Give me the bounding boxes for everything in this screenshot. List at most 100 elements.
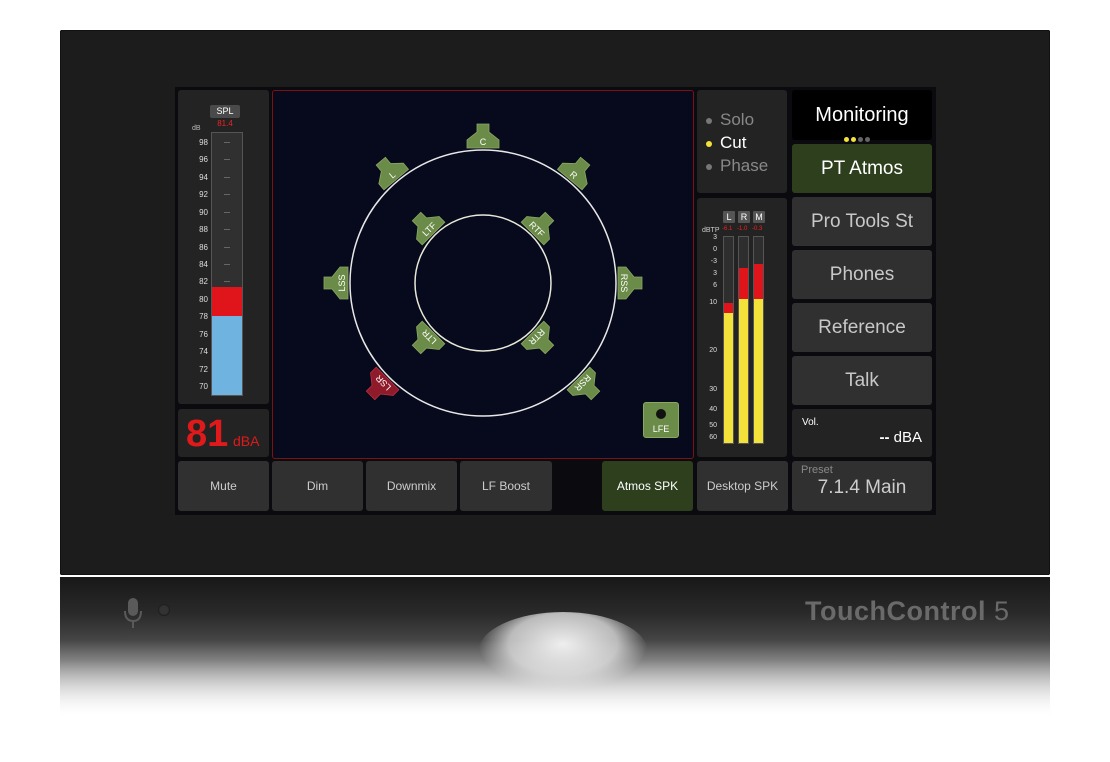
outer-ring — [349, 149, 617, 417]
spl-tick — [224, 211, 230, 213]
speaker-rss[interactable]: RSS — [617, 266, 643, 300]
atmos-spk-button[interactable]: Atmos SPK — [602, 461, 693, 511]
volume-value: -- dBA — [879, 429, 922, 446]
monitoring-header: Monitoring — [792, 90, 932, 142]
loudness-tick-label: 20 — [709, 347, 717, 354]
preset-label: Preset — [801, 464, 833, 476]
mode-selector: Solo Cut Phase — [697, 90, 787, 193]
spl-tick — [224, 229, 230, 231]
channel-r-peak: -1.0 — [737, 226, 748, 232]
spl-tick-label: 90 — [199, 207, 208, 217]
loudness-tick-label: 3 — [713, 270, 717, 277]
speaker-ltf[interactable]: LTF — [405, 205, 446, 246]
channel-l-label: L — [723, 211, 735, 223]
status-led — [158, 604, 170, 616]
speaker-rtf[interactable]: RTF — [520, 205, 561, 246]
source-talk[interactable]: Talk — [792, 356, 932, 405]
mode-cut[interactable]: Cut — [706, 133, 746, 153]
peak-fill — [754, 263, 763, 299]
spl-tick — [224, 246, 230, 248]
page-dot — [865, 137, 870, 142]
spl-tick-label: 70 — [199, 382, 208, 392]
inner-ring — [414, 214, 552, 352]
preset-selector[interactable]: Preset 7.1.4 Main — [792, 461, 932, 511]
level-fill — [739, 298, 748, 443]
level-fill — [724, 313, 733, 443]
peak-fill — [724, 302, 733, 314]
speaker-layout: L C R LSS RSS LSR RSR LTF RTF LTR RTR LFE — [272, 90, 694, 459]
loudness-scale: 3 0 -3 3 6 10 20 30 40 50 60 — [701, 234, 717, 444]
spl-tick-label: 80 — [199, 294, 208, 304]
spl-peak-fill — [212, 286, 242, 317]
dim-button[interactable]: Dim — [272, 461, 363, 511]
speaker-r[interactable]: R — [556, 151, 598, 191]
downmix-button[interactable]: Downmix — [366, 461, 457, 511]
monitoring-title: Monitoring — [815, 104, 909, 126]
preset-value: 7.1.4 Main — [817, 477, 907, 498]
spl-tick-label: 74 — [199, 347, 208, 357]
page-dot — [844, 137, 849, 142]
source-phones[interactable]: Phones — [792, 250, 932, 299]
spl-tick — [224, 176, 230, 178]
source-pro-tools-st[interactable]: Pro Tools St — [792, 197, 932, 246]
speaker-ltr[interactable]: LTR — [405, 320, 446, 361]
spl-tick — [224, 194, 230, 196]
channel-m-label: M — [753, 211, 765, 223]
spl-reading: 81 — [186, 413, 229, 455]
mute-button[interactable]: Mute — [178, 461, 269, 511]
microphone-icon — [124, 598, 142, 628]
speaker-lss[interactable]: LSS — [323, 266, 349, 300]
desktop-spk-button[interactable]: Desktop SPK — [697, 461, 788, 511]
speaker-l[interactable]: L — [369, 151, 410, 191]
spl-tick-label: 98 — [199, 137, 208, 147]
loudness-tick-label: 60 — [709, 434, 717, 441]
spl-level-fill — [212, 316, 242, 395]
channel-r-label: R — [738, 211, 750, 223]
spl-tick — [224, 264, 230, 265]
lf-boost-button[interactable]: LF Boost — [460, 461, 552, 511]
spl-tick-label: 92 — [199, 190, 208, 200]
page-dot — [858, 137, 863, 142]
mode-phase[interactable]: Phase — [706, 156, 768, 176]
volume-display[interactable]: Vol. -- dBA — [792, 409, 932, 457]
spl-unit-label: dB — [192, 125, 201, 132]
loudness-tick-label: 0 — [713, 246, 717, 253]
level-fill — [754, 298, 763, 443]
spl-tick-label: 84 — [199, 260, 208, 269]
source-reference[interactable]: Reference — [792, 303, 932, 352]
speaker-rtr[interactable]: RTR — [520, 320, 561, 361]
loudness-tick-label: 30 — [709, 386, 717, 393]
spl-tick-label: 72 — [199, 364, 208, 374]
peak-fill — [739, 267, 748, 299]
speaker-c[interactable]: C — [466, 123, 500, 149]
spl-readout: 81 dBA — [178, 409, 269, 457]
lfe-speaker[interactable]: LFE — [643, 402, 679, 438]
spl-peak-value: 81.4 — [217, 119, 233, 128]
channel-r-bar — [738, 236, 749, 444]
loudness-tick-label: 10 — [709, 299, 717, 306]
touch-screen: SPL 81.4 dB 98 96 94 92 90 88 86 84 82 80 78 76 74 72… — [175, 87, 936, 515]
spl-tick-label: 96 — [199, 155, 208, 165]
spl-scale: 98 96 94 92 90 88 86 84 82 80 78 76 74 72 70 — [188, 134, 208, 394]
volume-label: Vol. — [802, 417, 819, 428]
loudness-tick-label: 3 — [713, 234, 717, 241]
mode-solo[interactable]: Solo — [706, 110, 754, 130]
spl-tick-label: 88 — [199, 225, 208, 235]
spl-tick — [224, 281, 230, 283]
spl-tick-label: 94 — [199, 172, 208, 182]
spl-reading-unit: dBA — [233, 433, 260, 449]
channel-l-peak: -6.1 — [722, 226, 733, 232]
loudness-tick-label: 40 — [709, 406, 717, 413]
page-dot — [851, 137, 856, 142]
loudness-tick-label: -3 — [710, 258, 717, 265]
spl-tick — [224, 141, 230, 143]
speaker-label: LSS — [337, 274, 347, 291]
source-pt-atmos[interactable]: PT Atmos — [792, 144, 932, 193]
lfe-indicator — [656, 409, 666, 419]
speaker-label: RSS — [619, 274, 629, 293]
speaker-map: L C R LSS RSS LSR RSR LTF RTF LTR RTR — [323, 123, 643, 417]
speaker-lsr[interactable]: LSR — [359, 366, 400, 407]
speaker-rsr[interactable]: RSR — [566, 366, 607, 407]
loudness-meter: L R M -6.1 -1.0 -0.3 dBTP 3 0 -3 3 6 10 20 30 40… — [697, 198, 787, 457]
spl-tick-label: 86 — [199, 242, 208, 252]
